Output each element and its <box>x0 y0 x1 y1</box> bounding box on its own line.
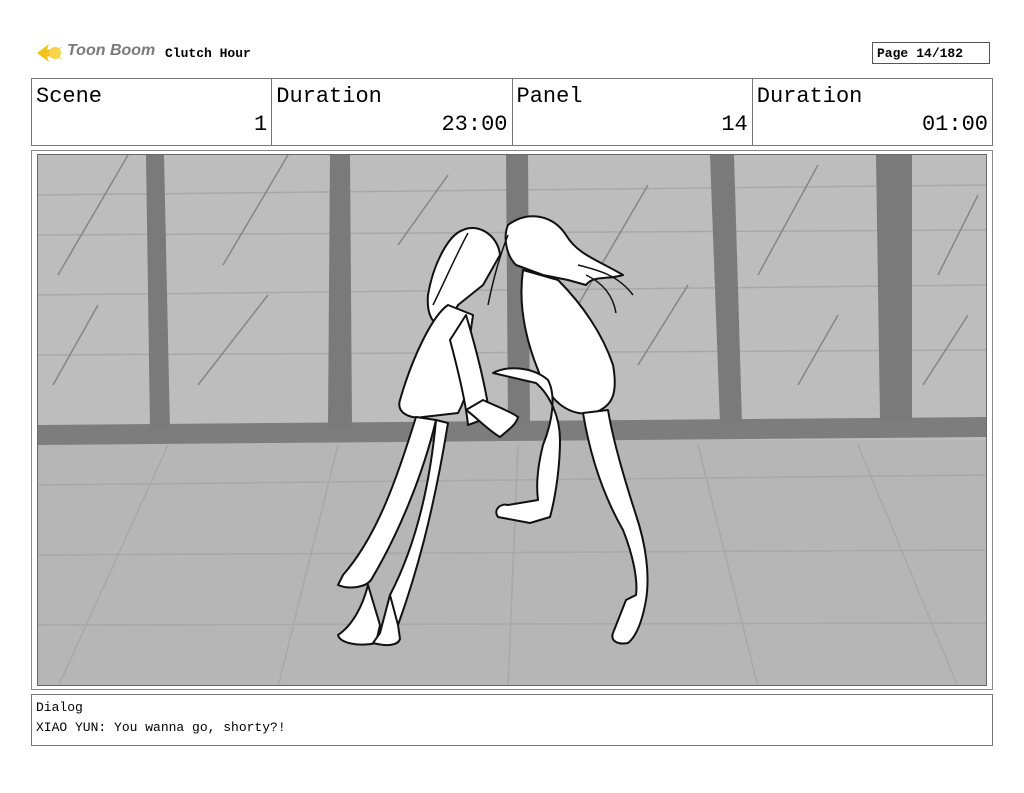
sketch-drawing <box>38 155 986 685</box>
dialog-text: XIAO YUN: You wanna go, shorty?! <box>36 720 286 735</box>
panel-value: 14 <box>721 112 748 137</box>
panel-duration-value: 01:00 <box>921 112 988 137</box>
storyboard-panel-image <box>37 154 987 686</box>
scene-cell: Scene 1 <box>32 79 273 145</box>
page-indicator: Page 14/182 <box>872 42 990 64</box>
scene-duration-value: 23:00 <box>441 112 508 137</box>
scene-duration-cell: Duration 23:00 <box>272 79 513 145</box>
scene-value: 1 <box>254 112 268 137</box>
dialog-label: Dialog <box>36 700 83 715</box>
page-label: Page <box>877 45 909 61</box>
scene-label: Scene <box>36 84 103 109</box>
panel-duration-label: Duration <box>756 84 863 109</box>
dialog-box: Dialog XIAO YUN: You wanna go, shorty?! <box>31 694 993 746</box>
scene-duration-label: Duration <box>276 84 382 109</box>
panel-label: Panel <box>516 84 583 109</box>
logo-burst-icon <box>37 44 63 62</box>
panel-info-row: Scene 1 Duration 23:00 Panel 14 Duration… <box>31 78 993 146</box>
page-number: 14/182 <box>916 45 964 61</box>
project-title: Clutch Hour <box>165 46 251 61</box>
panel-cell: Panel 14 <box>513 79 753 145</box>
panel-duration-cell: Duration 01:00 <box>753 79 992 145</box>
toon-boom-logo: Toon Boom <box>33 38 158 68</box>
logo-text: Toon Boom <box>67 42 156 59</box>
